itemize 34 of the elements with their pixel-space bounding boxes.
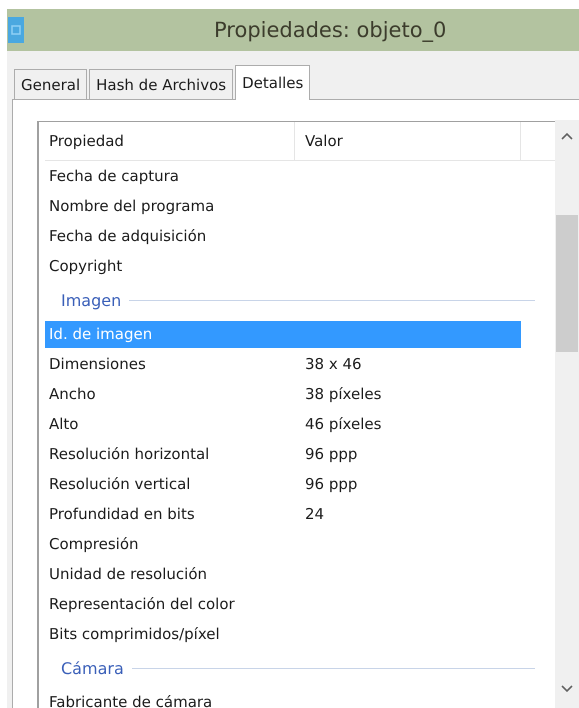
- property-name[interactable]: Resolución vertical: [45, 470, 305, 498]
- property-name[interactable]: Bits comprimidos/píxel: [45, 620, 521, 648]
- tab[interactable]: Detalles: [235, 65, 310, 100]
- property-value: 38 x 46: [305, 355, 362, 373]
- property-name[interactable]: Unidad de resolución: [45, 560, 521, 588]
- property-name[interactable]: Resolución horizontal: [45, 440, 305, 468]
- property-value: 24: [305, 505, 324, 523]
- scroll-up-icon[interactable]: [561, 132, 573, 140]
- column-header[interactable]: Propiedad: [45, 122, 295, 160]
- column-header[interactable]: Valor: [295, 122, 521, 160]
- tab[interactable]: General: [14, 69, 88, 99]
- property-name[interactable]: Fabricante de cámara: [45, 688, 521, 708]
- property-name[interactable]: Compresión: [45, 530, 521, 558]
- group-header: Imagen: [61, 290, 122, 310]
- property-name[interactable]: Fecha de adquisición: [45, 222, 521, 250]
- property-name[interactable]: Representación del color: [45, 590, 521, 618]
- window-title: Propiedades: objeto_0: [214, 18, 446, 42]
- property-name[interactable]: Ancho: [45, 380, 305, 408]
- property-name[interactable]: Profundidad en bits: [45, 500, 305, 528]
- property-name[interactable]: Alto: [45, 410, 305, 438]
- property-value: 96 ppp: [305, 475, 358, 493]
- tab[interactable]: Hash de Archivos: [89, 69, 234, 99]
- group-header: Cámara: [61, 658, 124, 678]
- property-name[interactable]: Dimensiones: [45, 350, 305, 378]
- scrollbar[interactable]: [555, 120, 579, 708]
- property-value: 96 ppp: [305, 445, 358, 463]
- property-name[interactable]: Copyright: [45, 252, 521, 280]
- scrollbar-thumb[interactable]: [556, 215, 578, 352]
- app-icon: [8, 17, 24, 43]
- property-value: 46 píxeles: [305, 415, 382, 433]
- property-value: 38 píxeles: [305, 385, 382, 403]
- property-name[interactable]: Fecha de captura: [45, 162, 521, 190]
- property-name[interactable]: Nombre del programa: [45, 192, 521, 220]
- scroll-down-icon[interactable]: [561, 685, 573, 693]
